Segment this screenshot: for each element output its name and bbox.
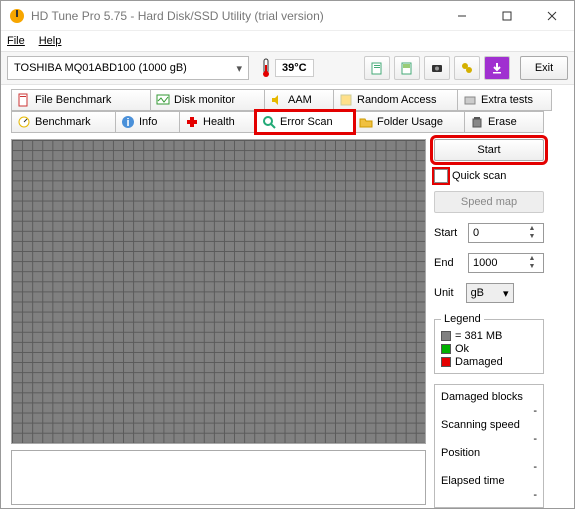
legend-damaged-icon <box>441 357 451 367</box>
svg-text:i: i <box>126 117 129 129</box>
scanning-speed-value: - <box>533 433 537 445</box>
speed-map-button: Speed map <box>434 191 544 213</box>
chevron-down-icon: ▾ <box>503 287 509 300</box>
tab-extra-tests[interactable]: Extra tests <box>457 89 552 111</box>
position-label: Position <box>441 447 480 459</box>
chevron-down-icon: ▾ <box>236 62 242 75</box>
legend-box: Legend = 381 MB Ok Damaged <box>434 313 544 374</box>
tab-aam[interactable]: AAM <box>264 89 334 111</box>
titlebar: HD Tune Pro 5.75 - Hard Disk/SSD Utility… <box>1 1 574 31</box>
menu-help[interactable]: Help <box>39 35 62 47</box>
copy-info-button[interactable] <box>364 56 390 80</box>
start-label: Start <box>434 227 464 239</box>
monitor-icon <box>156 93 170 107</box>
tab-random-access[interactable]: Random Access <box>333 89 458 111</box>
menubar: File Help <box>1 31 574 51</box>
stats-box: Damaged blocks - Scanning speed - Positi… <box>434 384 544 508</box>
tab-disk-monitor[interactable]: Disk monitor <box>150 89 265 111</box>
app-icon <box>9 8 25 24</box>
minimize-button[interactable] <box>439 1 484 30</box>
quick-scan-label: Quick scan <box>452 170 506 182</box>
damaged-blocks-label: Damaged blocks <box>441 391 523 403</box>
scanning-speed-label: Scanning speed <box>441 419 520 431</box>
start-input[interactable]: 0▲▼ <box>468 223 544 243</box>
elapsed-time-label: Elapsed time <box>441 475 505 487</box>
tab-folder-usage[interactable]: Folder Usage <box>353 111 465 133</box>
tests-icon <box>463 93 477 107</box>
exit-button[interactable]: Exit <box>520 56 568 80</box>
tab-error-scan[interactable]: Error Scan <box>256 111 354 133</box>
legend-block-icon <box>441 331 451 341</box>
toolbar: TOSHIBA MQ01ABD100 (1000 gB) ▾ 39°C Exit <box>1 51 574 85</box>
tab-info[interactable]: iInfo <box>115 111 180 133</box>
quick-scan-checkbox[interactable] <box>434 169 448 183</box>
window-title: HD Tune Pro 5.75 - Hard Disk/SSD Utility… <box>31 9 439 23</box>
temperature-display: 39°C <box>261 58 314 78</box>
screenshot-button[interactable] <box>424 56 450 80</box>
temperature-value: 39°C <box>275 59 314 77</box>
options-button[interactable] <box>454 56 480 80</box>
close-button[interactable] <box>529 1 574 30</box>
tab-container: File Benchmark Disk monitor AAM Random A… <box>1 85 574 133</box>
tab-file-benchmark[interactable]: File Benchmark <box>11 89 151 111</box>
file-icon <box>17 93 31 107</box>
maximize-button[interactable] <box>484 1 529 30</box>
trash-icon <box>470 115 484 129</box>
end-input[interactable]: 1000▲▼ <box>468 253 544 273</box>
save-button[interactable] <box>484 56 510 80</box>
tab-health[interactable]: Health <box>179 111 257 133</box>
health-icon <box>185 115 199 129</box>
folder-icon <box>359 115 373 129</box>
start-button[interactable]: Start <box>434 139 544 161</box>
elapsed-time-value: - <box>533 489 537 501</box>
scan-grid <box>11 139 426 444</box>
damaged-blocks-value: - <box>533 405 537 417</box>
position-value: - <box>533 461 537 473</box>
end-label: End <box>434 257 464 269</box>
thermometer-icon <box>261 58 271 78</box>
drive-select[interactable]: TOSHIBA MQ01ABD100 (1000 gB) ▾ <box>7 56 249 80</box>
gauge-icon <box>17 115 31 129</box>
speaker-icon <box>270 93 284 107</box>
copy-screenshot-button[interactable] <box>394 56 420 80</box>
spinner-icon[interactable]: ▲▼ <box>525 225 539 241</box>
unit-select[interactable]: gB▾ <box>466 283 514 303</box>
unit-label: Unit <box>434 287 454 299</box>
tab-benchmark[interactable]: Benchmark <box>11 111 116 133</box>
menu-file[interactable]: File <box>7 35 25 47</box>
magnifier-icon <box>262 115 276 129</box>
spinner-icon[interactable]: ▲▼ <box>525 255 539 271</box>
result-box <box>11 450 426 505</box>
info-icon: i <box>121 115 135 129</box>
random-icon <box>339 93 353 107</box>
drive-select-value: TOSHIBA MQ01ABD100 (1000 gB) <box>14 62 187 74</box>
tab-erase[interactable]: Erase <box>464 111 544 133</box>
legend-ok-icon <box>441 344 451 354</box>
